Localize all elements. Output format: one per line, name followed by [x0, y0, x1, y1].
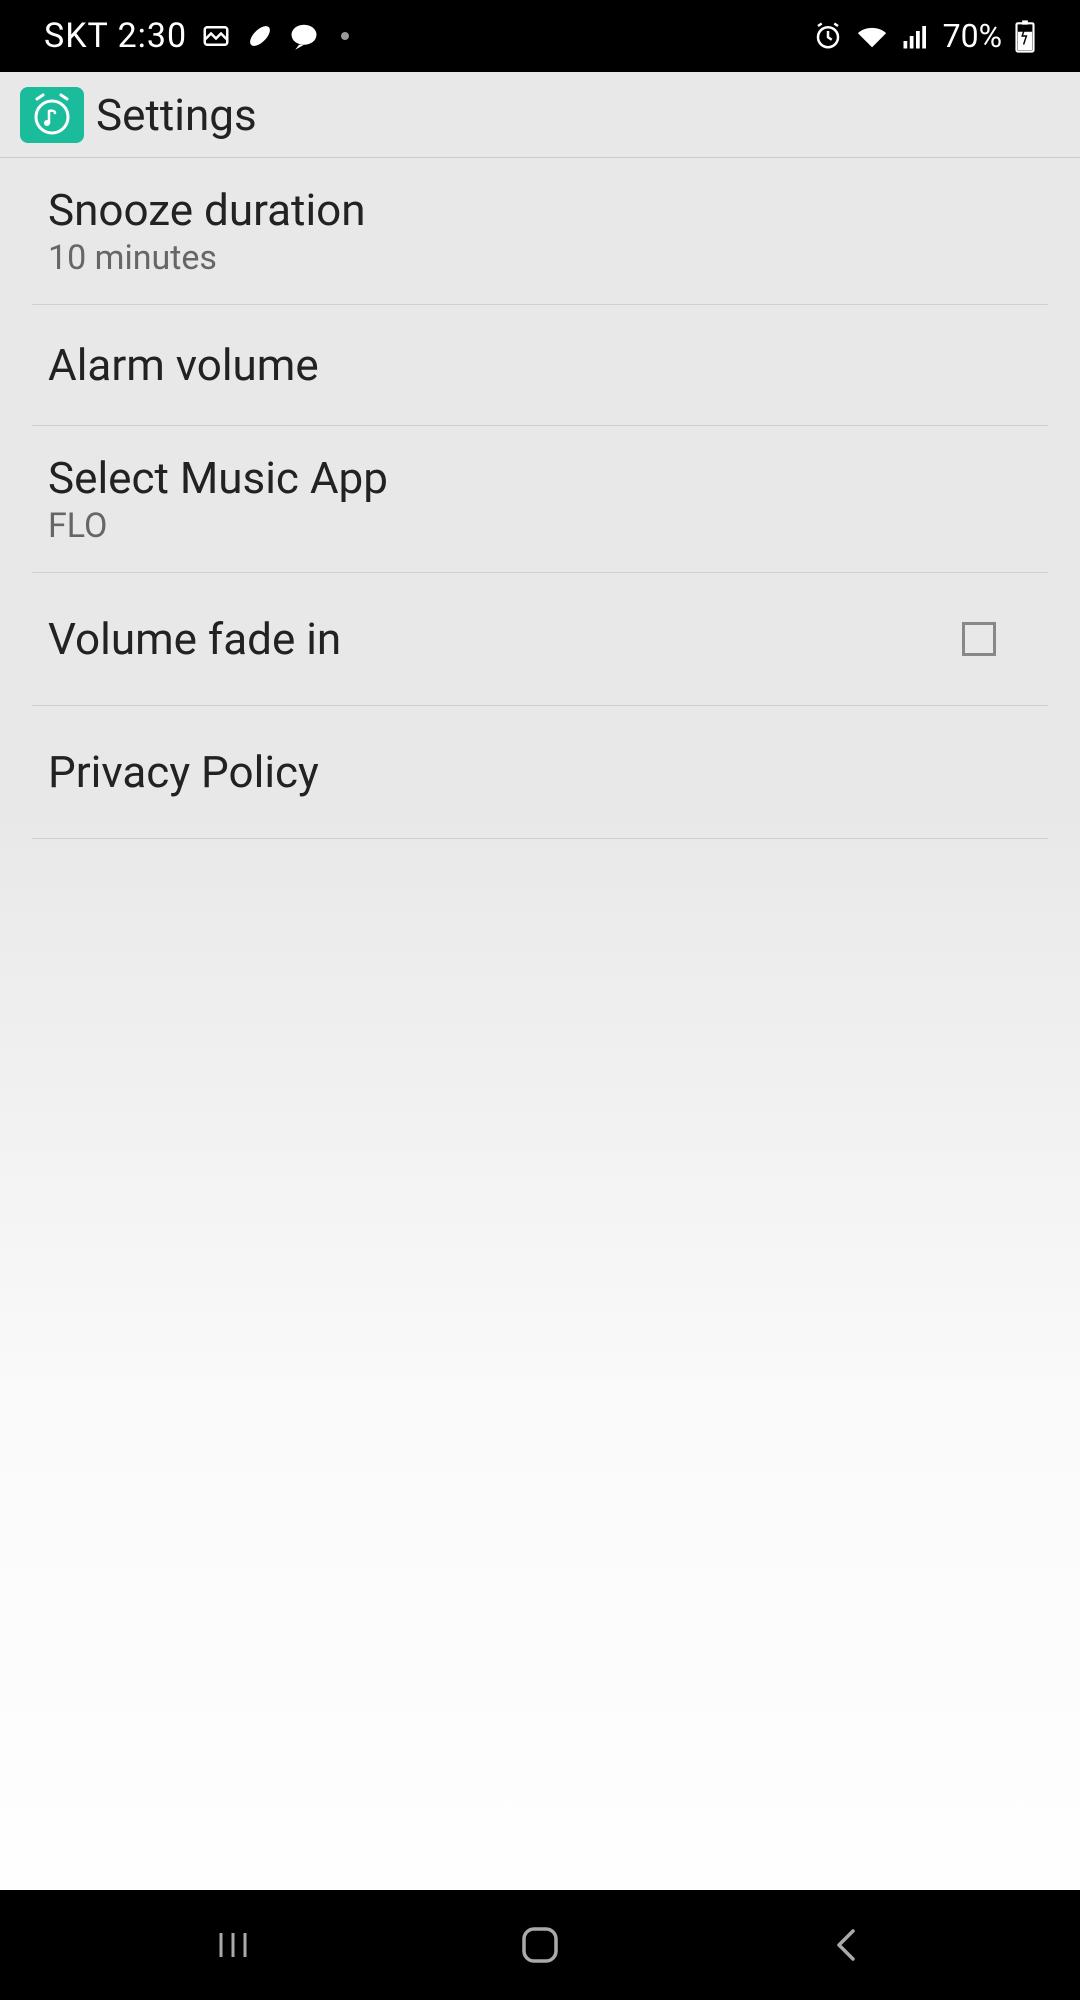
status-bar: SKT 2:30 70% [0, 0, 1080, 72]
setting-music-app[interactable]: Select Music App FLO [32, 426, 1048, 573]
volume-fade-checkbox[interactable] [962, 622, 996, 656]
setting-value: FLO [48, 506, 388, 546]
setting-title: Volume fade in [48, 613, 341, 665]
setting-volume-fade[interactable]: Volume fade in [32, 573, 1048, 706]
setting-title: Alarm volume [48, 339, 319, 391]
battery-percent: 70% [943, 17, 1002, 55]
carrier-time: SKT 2:30 [44, 16, 187, 56]
setting-title: Select Music App [48, 452, 388, 504]
chat-icon [289, 21, 319, 51]
status-left: SKT 2:30 [44, 16, 349, 56]
wifi-icon [855, 21, 889, 51]
image-icon [201, 21, 231, 51]
setting-privacy-policy[interactable]: Privacy Policy [32, 706, 1048, 839]
navigation-bar [0, 1890, 1080, 2000]
setting-snooze-duration[interactable]: Snooze duration 10 minutes [32, 158, 1048, 305]
pill-icon [245, 21, 275, 51]
more-dot-icon [341, 32, 349, 40]
status-right: 70% [813, 17, 1036, 55]
app-icon [20, 87, 84, 143]
alarm-icon [813, 21, 843, 51]
app-bar: Settings [0, 72, 1080, 158]
battery-icon [1014, 19, 1036, 53]
recent-apps-button[interactable] [203, 1915, 263, 1975]
setting-value: 10 minutes [48, 238, 366, 278]
setting-title: Privacy Policy [48, 746, 319, 798]
setting-title: Snooze duration [48, 184, 366, 236]
signal-icon [901, 21, 931, 51]
back-button[interactable] [817, 1915, 877, 1975]
page-title: Settings [96, 89, 257, 141]
home-button[interactable] [510, 1915, 570, 1975]
settings-list: Snooze duration 10 minutes Alarm volume … [0, 158, 1080, 1890]
setting-alarm-volume[interactable]: Alarm volume [32, 305, 1048, 426]
